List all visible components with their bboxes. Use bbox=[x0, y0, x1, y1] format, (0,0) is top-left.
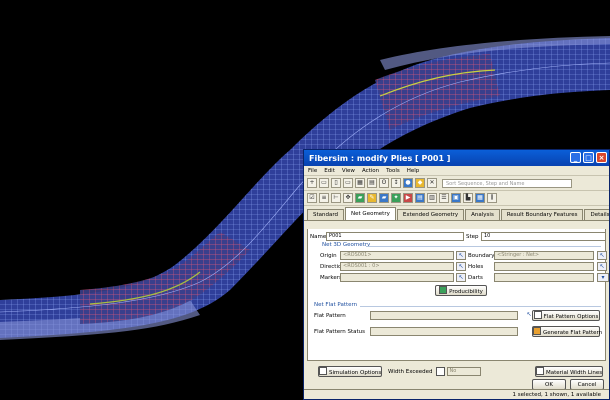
menu-bar: File Edit View Action Tools Help bbox=[304, 166, 609, 176]
menu-tools[interactable]: Tools bbox=[386, 168, 400, 174]
material-width-icon bbox=[536, 367, 544, 375]
columns-icon[interactable]: ⫼ bbox=[487, 193, 497, 203]
net-flat-pattern-group: Net Flat Pattern bbox=[314, 302, 358, 308]
globe-icon[interactable]: ● bbox=[403, 178, 413, 188]
status-bar: 1 selected, 1 shown, 1 available bbox=[304, 389, 609, 399]
simulation-options-button[interactable]: Simulation Options bbox=[318, 366, 382, 377]
grid-icon[interactable]: ▤ bbox=[367, 178, 377, 188]
markers-pick-icon[interactable]: ↖ bbox=[456, 273, 466, 282]
direction-label: Direction bbox=[320, 263, 345, 270]
binoculars-icon[interactable]: ʘ bbox=[379, 178, 389, 188]
close-button[interactable]: × bbox=[596, 152, 607, 163]
tab-analysis[interactable]: Analysis bbox=[465, 209, 500, 220]
delete-icon[interactable]: ✕ bbox=[427, 178, 437, 188]
markers-input[interactable] bbox=[340, 273, 454, 282]
width-exceeded-checkbox[interactable] bbox=[435, 367, 445, 376]
markers-label: Markers bbox=[320, 274, 342, 281]
boundary-pick-icon[interactable]: ↖ bbox=[597, 251, 607, 260]
tab-result-boundary-features[interactable]: Result Boundary Features bbox=[500, 209, 584, 220]
report-icon[interactable]: ▦ bbox=[475, 193, 485, 203]
origin-input[interactable]: <ROS001> bbox=[340, 251, 454, 260]
toolbar-1: + ▭ ▯ ▭ ▦ ▤ ʘ ↕ ● ◆ ✕ Sort Sequence, Ste… bbox=[304, 176, 609, 191]
menu-edit[interactable]: Edit bbox=[324, 168, 335, 174]
list-icon[interactable]: ≡ bbox=[319, 193, 329, 203]
origin-pick-icon[interactable]: ↖ bbox=[456, 251, 466, 260]
step-label: Step bbox=[466, 233, 479, 240]
rosette-icon[interactable]: ✦ bbox=[391, 193, 401, 203]
maximize-button[interactable]: □ bbox=[583, 152, 594, 163]
holes-pick-icon[interactable]: ↖ bbox=[597, 262, 607, 271]
window-title: Fibersim : modify Plies [ P001 ] bbox=[309, 153, 451, 163]
align-icon[interactable]: ☰ bbox=[439, 193, 449, 203]
flat-pattern-label: Flat Pattern bbox=[314, 312, 346, 319]
flat-pattern-status-input bbox=[370, 327, 518, 336]
flag-icon[interactable]: ▶ bbox=[403, 193, 413, 203]
flat-pattern-input[interactable] bbox=[370, 311, 518, 320]
generate-flat-pattern-button[interactable]: Generate Flat Pattern bbox=[532, 326, 602, 337]
stack-icon[interactable]: ▥ bbox=[427, 193, 437, 203]
boundary-label: Boundary bbox=[468, 252, 495, 259]
direction-pick-icon[interactable]: ↖ bbox=[456, 262, 466, 271]
tab-strip: Standard Net Geometry Extended Geometry … bbox=[304, 207, 609, 221]
simulation-icon bbox=[319, 367, 327, 375]
layer-icon[interactable]: ▰ bbox=[379, 193, 389, 203]
width-exceeded-value: No bbox=[446, 367, 481, 376]
menu-view[interactable]: View bbox=[342, 168, 355, 174]
filter-icon[interactable]: ◆ bbox=[415, 178, 425, 188]
ply-icon[interactable]: ▰ bbox=[355, 193, 365, 203]
search-input[interactable]: Sort Sequence, Step and Name bbox=[442, 178, 572, 188]
move-icon[interactable]: ✥ bbox=[343, 193, 353, 203]
darts-label: Darts bbox=[468, 274, 483, 281]
new-icon[interactable]: + bbox=[307, 178, 317, 188]
sort-icon[interactable]: ↕ bbox=[391, 178, 401, 188]
darts-menu-icon[interactable]: ▾ bbox=[597, 273, 609, 282]
width-exceeded-label: Width Exceeded bbox=[388, 368, 433, 375]
select-icon[interactable]: ☑ bbox=[307, 193, 317, 203]
boundary-input[interactable]: <Stringer : Net> bbox=[494, 251, 594, 260]
duplicate-icon[interactable]: ▭ bbox=[343, 178, 353, 188]
flat-pattern-status-label: Flat Pattern Status bbox=[314, 328, 366, 335]
split-icon[interactable]: ⊢ bbox=[331, 193, 341, 203]
name-input[interactable]: P001 bbox=[326, 232, 464, 241]
producibility-button[interactable]: Producibility bbox=[435, 285, 487, 296]
net-geometry-panel: Name* P001 Step 10 Net 3D Geometry Origi… bbox=[307, 229, 609, 361]
wand-icon[interactable]: ✎ bbox=[367, 193, 377, 203]
tab-details[interactable]: Details bbox=[584, 209, 609, 220]
net-3d-geometry-group: Net 3D Geometry bbox=[322, 242, 371, 248]
holes-label: Holes bbox=[468, 263, 484, 270]
laminate-icon[interactable]: ▤ bbox=[415, 193, 425, 203]
title-bar[interactable]: Fibersim : modify Plies [ P001 ] _ □ × bbox=[304, 150, 609, 166]
direction-input[interactable]: <ROS001 : 0> bbox=[340, 262, 454, 271]
producibility-icon bbox=[439, 286, 448, 294]
modify-plies-dialog[interactable]: Fibersim : modify Plies [ P001 ] _ □ × F… bbox=[303, 149, 610, 400]
tab-extended-geometry[interactable]: Extended Geometry bbox=[396, 209, 465, 220]
options-icon bbox=[533, 311, 542, 319]
tab-net-geometry[interactable]: Net Geometry bbox=[345, 207, 396, 220]
step-input[interactable]: 10 bbox=[481, 232, 606, 241]
copy-icon[interactable]: ▭ bbox=[319, 178, 329, 188]
menu-action[interactable]: Action bbox=[362, 168, 379, 174]
origin-label: Origin bbox=[320, 252, 337, 259]
name-label: Name* bbox=[310, 233, 329, 240]
generate-icon bbox=[533, 327, 541, 335]
darts-input[interactable] bbox=[494, 273, 594, 282]
flat-pattern-options-button[interactable]: Flat Pattern Options bbox=[532, 310, 600, 321]
toolbar-2: ☑ ≡ ⊢ ✥ ▰ ✎ ▰ ✦ ▶ ▤ ▥ ☰ ▣ ▙ ▦ ⫼ bbox=[304, 191, 609, 206]
tab-standard[interactable]: Standard bbox=[307, 209, 345, 220]
export-icon[interactable]: ▣ bbox=[451, 193, 461, 203]
chart-icon[interactable]: ▙ bbox=[463, 193, 473, 203]
table-icon[interactable]: ▦ bbox=[355, 178, 365, 188]
minimize-button[interactable]: _ bbox=[570, 152, 581, 163]
material-width-lines-button[interactable]: Material Width Lines bbox=[535, 366, 603, 377]
paste-icon[interactable]: ▯ bbox=[331, 178, 341, 188]
holes-input[interactable] bbox=[494, 262, 594, 271]
menu-file[interactable]: File bbox=[308, 168, 317, 174]
menu-help[interactable]: Help bbox=[407, 168, 420, 174]
